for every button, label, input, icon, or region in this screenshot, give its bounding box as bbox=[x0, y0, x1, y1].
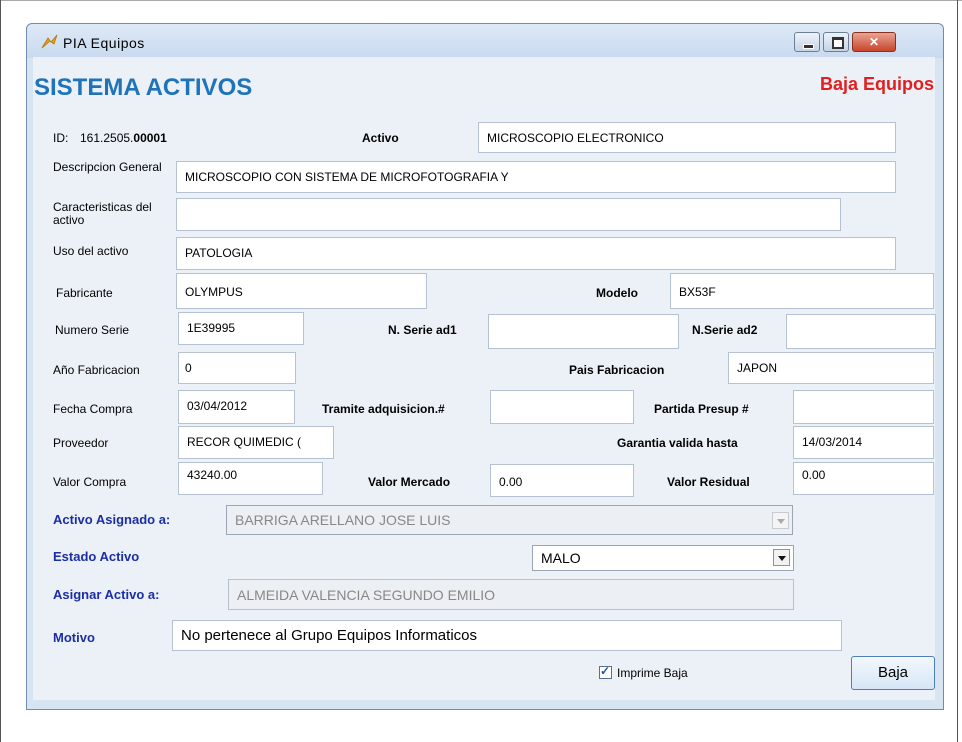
desktop-frame-top bbox=[0, 0, 962, 1]
anio-label: Año Fabricacion bbox=[53, 363, 140, 377]
partida-field[interactable] bbox=[793, 390, 934, 424]
anio-field[interactable]: 0 bbox=[178, 352, 296, 384]
descripcion-field[interactable]: MICROSCOPIO CON SISTEMA DE MICROFOTOGRAF… bbox=[176, 161, 896, 193]
proveedor-field[interactable]: RECOR QUIMEDIC ( bbox=[178, 426, 334, 459]
estado-value: MALO bbox=[541, 550, 581, 566]
numero-serie-field[interactable]: 1E39995 bbox=[178, 312, 304, 345]
uso-label: Uso del activo bbox=[53, 244, 129, 258]
window-title: PIA Equipos bbox=[63, 35, 145, 51]
tramite-label: Tramite adquisicion.# bbox=[322, 402, 445, 416]
motivo-field[interactable]: No pertenece al Grupo Equipos Informatic… bbox=[172, 620, 842, 651]
imprime-baja-checkbox[interactable]: ✓ bbox=[599, 664, 612, 679]
pais-label: Pais Fabricacion bbox=[569, 363, 665, 377]
checkmark-icon: ✓ bbox=[600, 664, 611, 678]
valor-mercado-field[interactable]: 0.00 bbox=[490, 464, 634, 497]
chevron-down-icon bbox=[772, 512, 789, 529]
fecha-field[interactable]: 03/04/2012 bbox=[178, 390, 295, 424]
page-title: Baja Equipos bbox=[819, 74, 934, 94]
desktop-frame-right bbox=[957, 0, 958, 742]
minimize-button[interactable] bbox=[794, 32, 820, 52]
serie-ad2-field[interactable] bbox=[786, 314, 936, 349]
activo-field[interactable]: MICROSCOPIO ELECTRONICO bbox=[478, 122, 896, 153]
system-title: SISTEMA ACTIVOS bbox=[34, 74, 253, 101]
id-suffix: 00001 bbox=[133, 131, 167, 145]
activo-label: Activo bbox=[362, 131, 399, 145]
close-icon: ✕ bbox=[868, 35, 880, 49]
caracteristicas-label: Caracteristicas del activo bbox=[53, 200, 152, 227]
numero-serie-label: Numero Serie bbox=[55, 323, 130, 337]
maximize-icon bbox=[832, 37, 844, 49]
partida-label: Partida Presup # bbox=[654, 402, 749, 416]
baja-button[interactable]: Baja bbox=[851, 656, 935, 690]
id-label: ID: bbox=[53, 131, 69, 145]
valor-compra-field[interactable]: 43240.00 bbox=[178, 462, 323, 495]
fecha-label: Fecha Compra bbox=[53, 402, 133, 416]
title-bar[interactable]: PIA Equipos ✕ bbox=[27, 24, 943, 58]
asignado-combo: BARRIGA ARELLANO JOSE LUIS bbox=[226, 505, 793, 535]
garantia-label: Garantia valida hasta bbox=[617, 436, 738, 450]
imprime-baja-label[interactable]: Imprime Baja bbox=[617, 666, 688, 680]
fabricante-field[interactable]: OLYMPUS bbox=[176, 273, 427, 309]
modelo-field[interactable]: BX53F bbox=[670, 273, 934, 309]
estado-label: Estado Activo bbox=[53, 549, 140, 564]
asignar-label: Asignar Activo a: bbox=[53, 587, 160, 602]
serie-ad1-label: N. Serie ad1 bbox=[388, 323, 457, 337]
valor-compra-label: Valor Compra bbox=[53, 475, 127, 489]
tramite-field[interactable] bbox=[490, 390, 634, 424]
pais-field[interactable]: JAPON bbox=[728, 352, 934, 384]
chevron-down-icon[interactable] bbox=[773, 549, 790, 566]
serie-ad1-field[interactable] bbox=[488, 314, 679, 349]
asignado-label: Activo Asignado a: bbox=[53, 512, 171, 527]
valor-residual-field[interactable]: 0.00 bbox=[793, 462, 934, 495]
id-prefix: 161.2505. bbox=[80, 131, 134, 145]
minimize-icon bbox=[803, 44, 814, 49]
serie-ad2-label: N.Serie ad2 bbox=[692, 323, 758, 337]
id-value: 161.2505.00001 bbox=[80, 131, 167, 145]
asignado-value: BARRIGA ARELLANO JOSE LUIS bbox=[235, 512, 451, 528]
modelo-label: Modelo bbox=[596, 286, 638, 300]
proveedor-label: Proveedor bbox=[53, 436, 109, 450]
garantia-field[interactable]: 14/03/2014 bbox=[793, 426, 934, 459]
valor-residual-label: Valor Residual bbox=[667, 475, 750, 489]
descripcion-label: Descripcion General bbox=[53, 160, 162, 174]
close-button[interactable]: ✕ bbox=[852, 32, 896, 52]
desktop-frame-left bbox=[0, 0, 1, 742]
uso-field[interactable]: PATOLOGIA bbox=[176, 237, 896, 270]
fabricante-label: Fabricante bbox=[56, 286, 113, 300]
caracteristicas-field[interactable] bbox=[176, 198, 841, 231]
maximize-button[interactable] bbox=[823, 32, 849, 52]
valor-mercado-label: Valor Mercado bbox=[368, 475, 451, 489]
asignar-field: ALMEIDA VALENCIA SEGUNDO EMILIO bbox=[228, 579, 794, 610]
estado-combo[interactable]: MALO bbox=[532, 545, 794, 571]
app-icon bbox=[41, 34, 58, 49]
motivo-label: Motivo bbox=[53, 630, 95, 645]
